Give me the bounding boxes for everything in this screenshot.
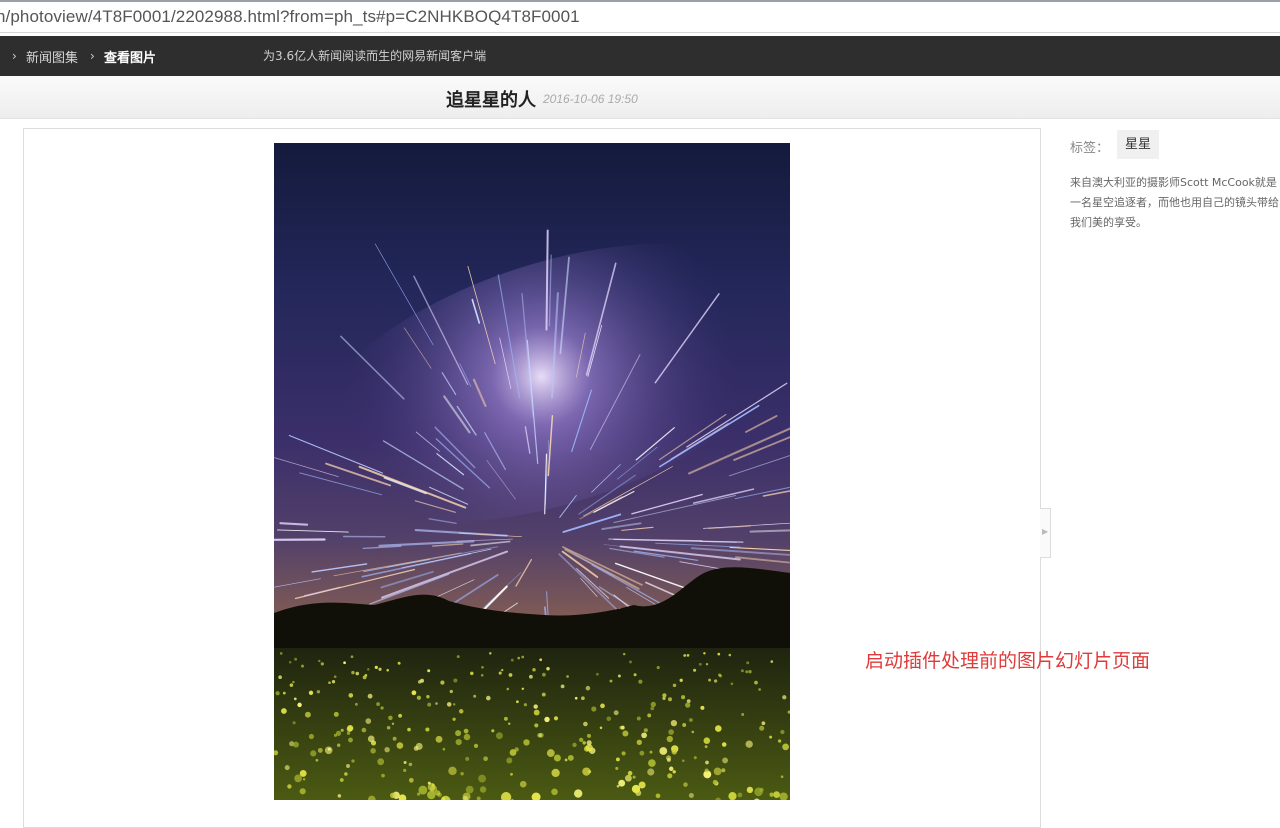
- address-bar[interactable]: n/photoview/4T8F0001/2202988.html?from=p…: [0, 0, 1280, 33]
- breadcrumb-view-image[interactable]: › 查看图片: [90, 36, 156, 76]
- tag-link[interactable]: 星星: [1117, 130, 1159, 159]
- main-photo[interactable]: [274, 143, 790, 800]
- photo-description: 来自澳大利亚的摄影师Scott McCook就是一名星空追逐者，而他也用自己的镜…: [1070, 173, 1280, 243]
- chevron-right-icon: ›: [12, 49, 26, 63]
- top-nav: › 新闻图集 › 查看图片 为3.6亿人新闻阅读而生的网易新闻客户端: [0, 36, 1280, 76]
- album-date: 2016-10-06 19:50: [543, 92, 638, 106]
- chevron-right-icon: ›: [90, 49, 104, 63]
- album-header: 追星星的人 2016-10-06 19:50: [0, 76, 1280, 119]
- breadcrumb-label[interactable]: 查看图片: [104, 47, 156, 66]
- triangle-right-icon: ▶: [1042, 527, 1048, 536]
- star-trail-photo: [274, 143, 790, 800]
- annotation-caption: 启动插件处理前的图片幻灯片页面: [865, 646, 1150, 673]
- breadcrumb-news-gallery[interactable]: › 新闻图集: [12, 36, 78, 76]
- tags-label: 标签：: [1070, 137, 1109, 156]
- app-promo-link[interactable]: 为3.6亿人新闻阅读而生的网易新闻客户端: [263, 36, 486, 76]
- breadcrumb-label[interactable]: 新闻图集: [26, 47, 78, 66]
- album-title: 追星星的人: [446, 86, 536, 112]
- sidebar-toggle[interactable]: ▶: [1040, 508, 1051, 558]
- url-text[interactable]: n/photoview/4T8F0001/2202988.html?from=p…: [0, 7, 580, 27]
